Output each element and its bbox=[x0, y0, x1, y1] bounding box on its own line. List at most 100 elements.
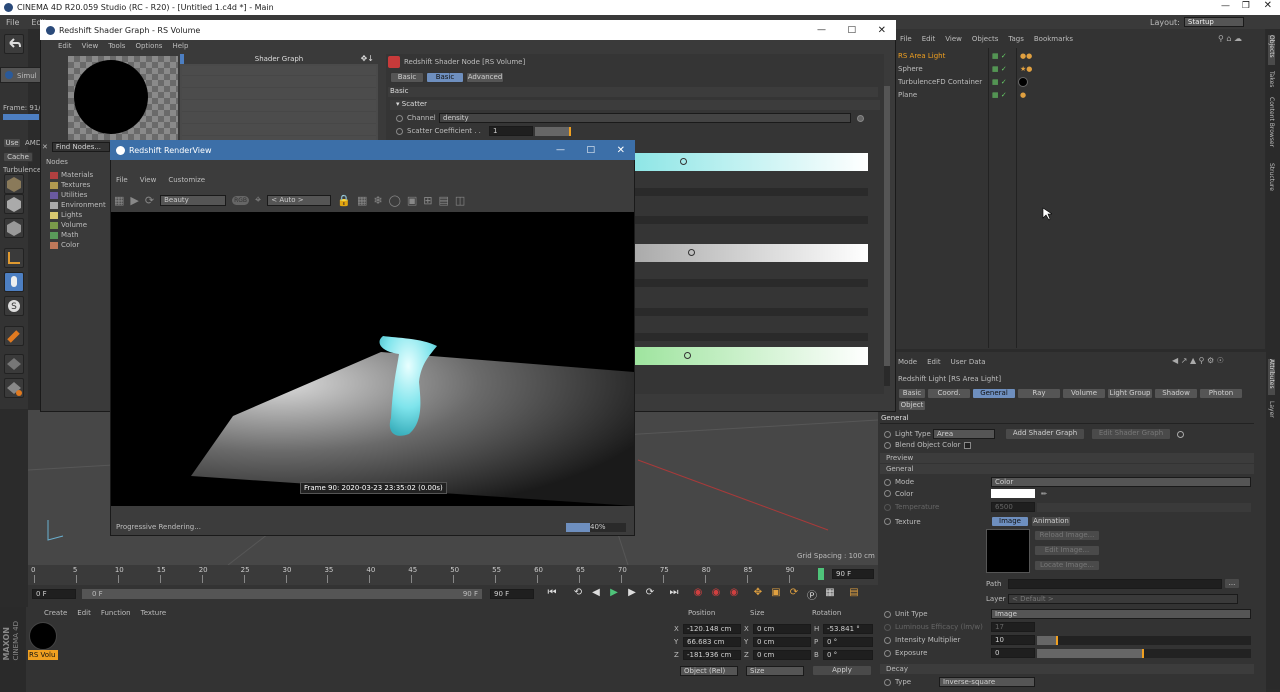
sg-menu-edit[interactable]: Edit bbox=[58, 42, 72, 50]
emission-gradient[interactable] bbox=[634, 347, 868, 365]
minimize-icon[interactable]: — bbox=[1221, 1, 1230, 11]
absorption-gradient[interactable] bbox=[634, 244, 868, 262]
minimize-icon[interactable]: — bbox=[817, 25, 826, 35]
go-end-icon[interactable]: ⏭ bbox=[666, 587, 682, 602]
node-category-item[interactable]: Color bbox=[50, 240, 112, 250]
timeline-icon[interactable]: ▤ bbox=[846, 587, 862, 602]
position-field[interactable]: -120.148 cm bbox=[683, 623, 741, 634]
node-category-item[interactable]: Environment bbox=[50, 200, 112, 210]
path-field[interactable] bbox=[1008, 578, 1222, 589]
edit-image-button[interactable]: Edit Image... bbox=[1034, 545, 1100, 556]
visibility-icon[interactable]: ▦ ✓ bbox=[992, 52, 1007, 60]
circle-icon[interactable]: ◯ bbox=[389, 194, 401, 207]
temperature-slider[interactable] bbox=[1037, 502, 1251, 512]
position-field[interactable]: 66.683 cm bbox=[683, 636, 741, 647]
scale-key-icon[interactable]: ▣ bbox=[768, 587, 784, 602]
image-tab[interactable]: Image bbox=[991, 516, 1029, 527]
zoom-dropdown[interactable]: < Auto > bbox=[267, 194, 332, 206]
visibility-icon[interactable]: ▦ ✓ bbox=[992, 65, 1007, 73]
tab-layer[interactable]: Layer bbox=[1268, 401, 1275, 423]
layout-dropdown[interactable]: Startup bbox=[1183, 17, 1244, 27]
workplane-icon[interactable] bbox=[4, 354, 24, 374]
use-button[interactable]: Use bbox=[3, 138, 21, 148]
object-row[interactable]: TurbulenceFD Container ▦ ✓ bbox=[898, 76, 1260, 88]
graph-nav-icons[interactable]: ✥↓ bbox=[361, 54, 374, 63]
mode-dropdown[interactable]: Color bbox=[991, 477, 1251, 487]
am-menu-userdata[interactable]: User Data bbox=[951, 358, 986, 366]
visibility-icon[interactable]: ▦ ✓ bbox=[992, 91, 1007, 99]
om-menu-bookmarks[interactable]: Bookmarks bbox=[1034, 35, 1073, 43]
next-key-icon[interactable]: ⟳ bbox=[642, 587, 658, 602]
size-field[interactable]: 0 cm bbox=[753, 636, 811, 647]
current-frame-field[interactable]: 90 F bbox=[832, 569, 874, 579]
position-field[interactable]: -181.936 cm bbox=[683, 649, 741, 660]
blend-checkbox[interactable] bbox=[964, 441, 972, 449]
play-icon[interactable]: ▶ bbox=[606, 587, 622, 602]
keyframe-sel-icon[interactable]: ◉ bbox=[726, 587, 742, 602]
rv-menu-customize[interactable]: Customize bbox=[168, 176, 205, 184]
close-icon[interactable]: ✕ bbox=[1264, 0, 1272, 11]
intensity-slider[interactable] bbox=[1037, 635, 1251, 645]
exposure-field[interactable]: 0 bbox=[991, 648, 1035, 658]
keyframe-dot[interactable] bbox=[884, 478, 891, 486]
prev-key-icon[interactable]: ⟲ bbox=[570, 587, 586, 602]
am-tab-general[interactable]: General bbox=[972, 388, 1016, 399]
sg-menu-options[interactable]: Options bbox=[135, 42, 162, 50]
channel-link-icon[interactable] bbox=[857, 114, 864, 122]
am-tab-volume[interactable]: Volume bbox=[1062, 388, 1106, 399]
light-tag-icon[interactable]: ●● bbox=[1020, 52, 1032, 60]
node-category-item[interactable]: Lights bbox=[50, 210, 112, 220]
locate-image-button[interactable]: Locate Image... bbox=[1034, 560, 1100, 571]
tiff-icon[interactable]: ▤ bbox=[439, 194, 449, 207]
menu-file[interactable]: File bbox=[6, 18, 19, 27]
node-attr-scrollbar[interactable] bbox=[884, 86, 890, 386]
end-frame-field[interactable]: 90 F bbox=[490, 589, 534, 599]
am-nav-icons[interactable]: ◀ ↗ ▲ ⚲ ⚙ ☉ bbox=[1172, 356, 1224, 365]
close-icon[interactable]: ✕ bbox=[617, 145, 625, 156]
add-snapshot-icon[interactable]: ⊞ bbox=[423, 194, 432, 207]
rotation-field[interactable]: 0 ° bbox=[823, 636, 873, 647]
decay-fold[interactable]: Decay bbox=[880, 664, 1254, 674]
light-type-dropdown[interactable]: Area bbox=[933, 429, 995, 439]
autokey-icon[interactable]: ◉ bbox=[708, 587, 724, 602]
scatter-gradient[interactable] bbox=[634, 153, 868, 171]
refresh-icon[interactable]: ⟳ bbox=[145, 194, 154, 207]
om-menu-edit[interactable]: Edit bbox=[922, 35, 936, 43]
om-menu-file[interactable]: File bbox=[900, 35, 912, 43]
render-play-icon[interactable]: ▶ bbox=[130, 194, 138, 207]
restore-icon[interactable]: ❐ bbox=[1242, 1, 1250, 11]
record-icon[interactable]: ◉ bbox=[690, 587, 706, 602]
am-tab-object[interactable]: Object bbox=[898, 400, 926, 411]
sg-menu-help[interactable]: Help bbox=[172, 42, 188, 50]
box-icon[interactable] bbox=[4, 194, 24, 214]
tab-objects[interactable]: Objects bbox=[1268, 35, 1275, 65]
grid-icon[interactable]: ▦ bbox=[357, 194, 367, 207]
intensity-field[interactable]: 10 bbox=[991, 635, 1035, 645]
am-tab-coord[interactable]: Coord. bbox=[927, 388, 971, 399]
sg-menu-tools[interactable]: Tools bbox=[108, 42, 125, 50]
gradient-knot[interactable] bbox=[684, 352, 691, 359]
temperature-field[interactable]: 6500 bbox=[991, 502, 1035, 512]
snowflake-icon[interactable]: ❄ bbox=[373, 194, 382, 207]
lock-icon[interactable]: 🔒 bbox=[337, 194, 351, 207]
rv-menu-view[interactable]: View bbox=[140, 176, 157, 184]
mat-menu-edit[interactable]: Edit bbox=[77, 609, 91, 617]
eyedropper-icon[interactable]: ✏ bbox=[1041, 490, 1047, 498]
node-tab-advanced[interactable]: Advanced bbox=[466, 72, 504, 83]
rv-menu-file[interactable]: File bbox=[116, 176, 128, 184]
sg-menu-view[interactable]: View bbox=[82, 42, 99, 50]
animation-tab[interactable]: Animation bbox=[1031, 516, 1071, 527]
tweak-icon[interactable] bbox=[4, 272, 24, 292]
prev-frame-icon[interactable]: ◀ bbox=[588, 587, 604, 602]
rotation-field[interactable]: 0 ° bbox=[823, 649, 873, 660]
undo-icon[interactable] bbox=[4, 34, 24, 54]
am-tab-basic[interactable]: Basic bbox=[898, 388, 926, 399]
material-tag-icon[interactable] bbox=[1018, 77, 1028, 87]
am-tab-shadow[interactable]: Shadow bbox=[1154, 388, 1198, 399]
start-frame-field[interactable]: 0 F bbox=[32, 589, 76, 599]
keyframe-dot[interactable] bbox=[884, 503, 891, 511]
channel-field[interactable]: density bbox=[439, 113, 851, 123]
keyframe-dot[interactable] bbox=[884, 610, 891, 618]
scatter-coef-slider[interactable] bbox=[535, 126, 571, 136]
timeline[interactable]: 0 5 10 15 20 25 30 35 40 45 50 55 60 65 70 75 80 85 90 90 … bbox=[28, 565, 878, 585]
